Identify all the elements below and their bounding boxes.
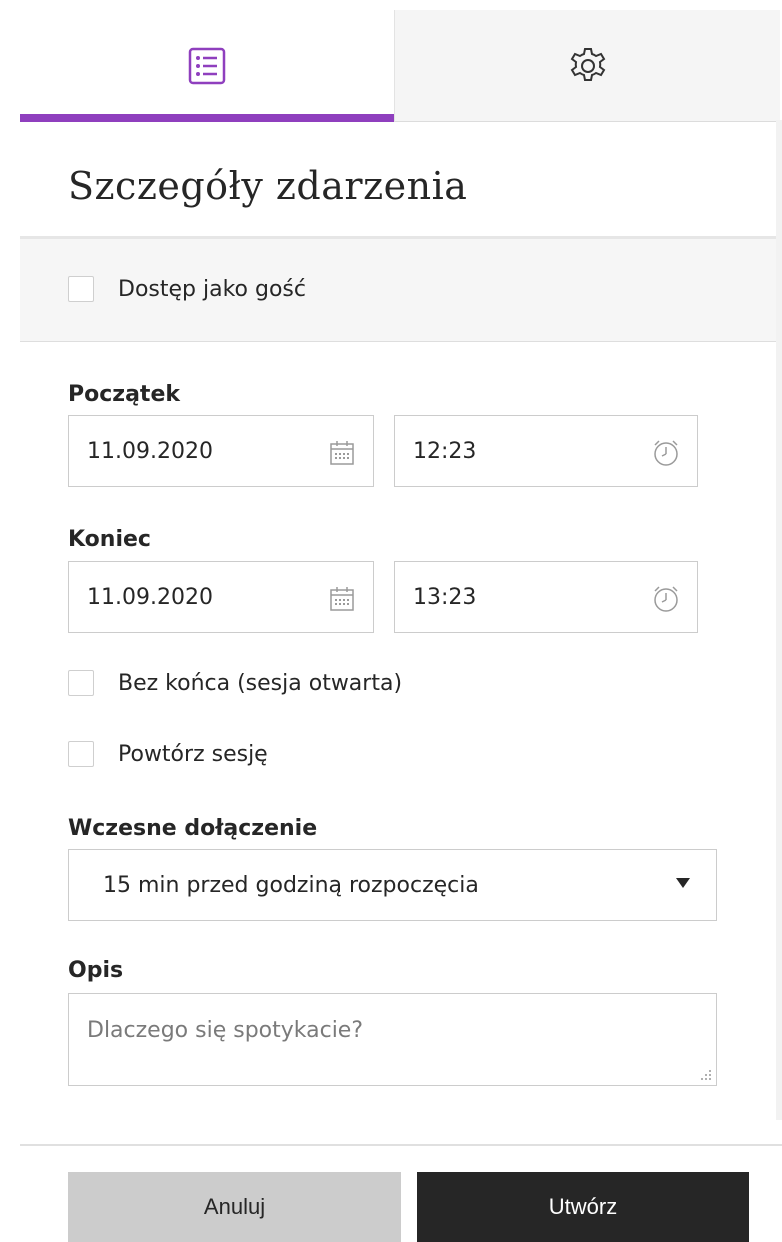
start-label: Początek [68,382,180,407]
calendar-icon[interactable] [327,438,357,468]
repeat-session-checkbox[interactable] [68,741,94,767]
description-placeholder: Dlaczego się spotykacie? [87,1018,364,1043]
gear-icon [570,47,605,81]
end-time-field[interactable]: 13:23 [394,561,698,633]
description-label: Opis [68,958,124,983]
open-session-option[interactable]: Bez końca (sesja otwarta) [68,670,402,696]
cancel-button[interactable]: Anuluj [68,1172,401,1242]
scrollbar-track[interactable] [776,120,782,1120]
clock-icon[interactable] [651,438,681,468]
end-label: Koniec [68,527,151,552]
create-button[interactable]: Utwórz [417,1172,749,1242]
tab-bar: Szczegóły zdarzenia Ustawienia [20,10,780,122]
early-join-label: Wczesne dołączenie [68,816,318,841]
start-date-field[interactable]: 11.09.2020 [68,415,374,487]
list-icon [188,47,226,85]
repeat-session-option[interactable]: Powtórz sesję [68,741,268,767]
tab-event-details[interactable]: Szczegóły zdarzenia [20,10,394,122]
dropdown-arrow-icon [676,878,690,888]
early-join-value: 15 min przed godziną rozpoczęcia [103,872,479,898]
calendar-icon[interactable] [327,584,357,614]
page-title: Szczegóły zdarzenia [68,164,468,208]
end-date-field[interactable]: 11.09.2020 [68,561,374,633]
start-time-field[interactable]: 12:23 [394,415,698,487]
guest-access-label: Dostęp jako gość [118,276,306,302]
description-textarea[interactable]: Dlaczego się spotykacie? [68,993,717,1086]
open-session-checkbox[interactable] [68,670,94,696]
repeat-session-label: Powtórz sesję [118,741,268,767]
early-join-select[interactable]: 15 min przed godziną rozpoczęcia [68,849,717,921]
guest-access-checkbox[interactable] [68,276,94,302]
tab-settings[interactable]: Ustawienia [394,10,780,122]
resize-grip-icon[interactable] [698,1067,712,1081]
clock-icon[interactable] [651,584,681,614]
guest-access-option[interactable]: Dostęp jako gość [68,276,306,302]
open-session-label: Bez końca (sesja otwarta) [118,670,403,696]
footer-divider [20,1144,782,1146]
